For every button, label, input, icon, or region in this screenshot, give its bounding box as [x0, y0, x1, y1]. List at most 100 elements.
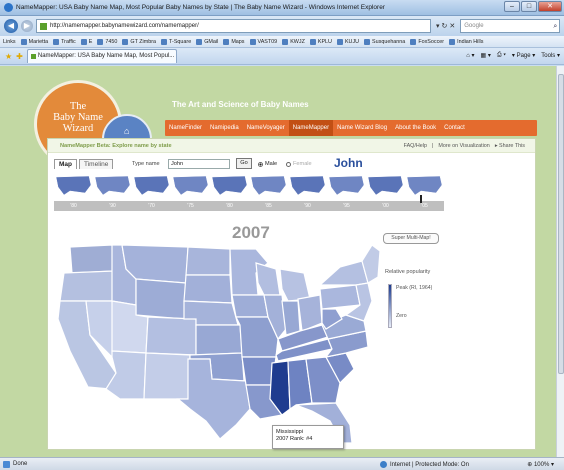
nav-contact[interactable]: Contact [440, 120, 469, 136]
state-nd[interactable] [185, 246, 231, 276]
decade-label[interactable]: '90 [288, 201, 327, 211]
link-item[interactable]: Indian Hills [449, 38, 483, 45]
tab-map[interactable]: Map [54, 159, 77, 169]
decade-label[interactable]: '00 [366, 201, 405, 211]
decade-label[interactable]: '70 [132, 201, 171, 211]
nav-about-book[interactable]: About the Book [391, 120, 440, 136]
site-navigation: NameFinder Namipedia NameVoyager NameMap… [165, 120, 537, 136]
favorites-star-icon[interactable]: ★ [5, 52, 12, 61]
zoom-level[interactable]: ⊕ 100% ▾ [527, 461, 554, 468]
male-radio[interactable]: Male [258, 161, 277, 167]
minimap-thumbnail[interactable] [55, 175, 92, 196]
faq-link[interactable]: FAQ/Help [404, 143, 427, 149]
visualization-link[interactable]: More on Visualization [438, 143, 489, 149]
state-or[interactable] [59, 270, 115, 302]
dropdown-icon[interactable]: ▾ [436, 22, 440, 30]
link-item[interactable]: FoxSoccer [410, 38, 444, 45]
search-icon[interactable]: ⌕ [553, 21, 557, 33]
nav-namipedia[interactable]: Namipedia [206, 120, 243, 136]
state-co[interactable] [145, 316, 197, 356]
minimap-thumbnail[interactable] [172, 175, 209, 196]
link-item[interactable]: VAST09 [249, 38, 277, 45]
link-item[interactable]: GT Zimbra [122, 38, 156, 45]
window-titlebar: NameMapper: USA Baby Name Map, Most Popu… [0, 0, 564, 16]
link-item[interactable]: KPLU [309, 38, 332, 45]
decade-label[interactable]: '05 [405, 201, 444, 211]
feeds-icon[interactable]: ▦ ▾ [481, 52, 491, 59]
refresh-icon[interactable]: ↻ [442, 22, 448, 30]
stop-icon[interactable]: ✕ [449, 22, 455, 30]
link-item[interactable]: KUJU [336, 38, 359, 45]
vertical-scrollbar[interactable] [556, 66, 564, 457]
minimap-thumbnail[interactable] [289, 175, 326, 196]
nav-namevoyager[interactable]: NameVoyager [243, 120, 289, 136]
state-wy[interactable] [135, 278, 187, 320]
minimap-thumbnail[interactable] [211, 175, 248, 196]
super-multimap-button[interactable]: Super Multi-Map! [383, 233, 439, 244]
state-ny[interactable] [318, 260, 369, 286]
link-item[interactable]: Susquehanna [364, 38, 405, 45]
minimap-thumbnail[interactable] [328, 175, 365, 196]
tooltip-rank: 2007 Rank: #4 [276, 436, 313, 442]
tab-timeline[interactable]: Timeline [79, 159, 114, 169]
decade-label[interactable]: '85 [249, 201, 288, 211]
forward-button[interactable]: ▶ [21, 20, 33, 32]
page-menu[interactable]: ▾ Page ▾ [512, 52, 535, 59]
link-item[interactable]: Traffic [53, 38, 76, 45]
decade-label[interactable]: '80 [54, 201, 93, 211]
security-zone[interactable]: Internet | Protected Mode: On [380, 461, 469, 468]
link-item[interactable]: T-Square [161, 38, 191, 45]
nav-namefinder[interactable]: NameFinder [165, 120, 206, 136]
link-item[interactable]: KWJZ [282, 38, 305, 45]
address-bar[interactable]: http://namemapper.babynamewizard.com/nam… [36, 19, 431, 33]
link-label: 7450 [105, 38, 118, 45]
scrollbar-thumb[interactable] [558, 74, 564, 374]
maximize-button[interactable]: □ [521, 1, 537, 12]
decade-label[interactable]: '75 [171, 201, 210, 211]
state-ks[interactable] [195, 324, 243, 356]
state-sd[interactable] [183, 274, 233, 304]
minimap-thumbnail[interactable] [367, 175, 404, 196]
link-label: Maps [231, 38, 245, 45]
decade-label[interactable]: '80 [210, 201, 249, 211]
close-button[interactable]: ✕ [538, 1, 562, 12]
decade-timeline[interactable]: '80'90'70'75'80'85'90'95'00'05 [54, 201, 444, 211]
minimize-button[interactable]: – [504, 1, 520, 12]
state-pa[interactable] [319, 284, 361, 310]
name-input[interactable]: John [168, 159, 230, 169]
ie-icon [4, 3, 13, 12]
search-input[interactable]: Google ⌕ [460, 19, 561, 33]
browser-tab[interactable]: NameMapper: USA Baby Name Map, Most Popu… [26, 49, 177, 63]
state-ia[interactable] [231, 294, 269, 318]
timeline-slider-handle[interactable] [420, 195, 422, 203]
add-favorite-icon[interactable]: ✚ [16, 52, 23, 61]
back-button[interactable]: ◀ [4, 19, 18, 33]
print-icon[interactable]: ⎙ ▾ [497, 52, 506, 59]
home-icon[interactable]: ⌂ ▾ [466, 52, 474, 59]
link-item[interactable]: 7450 [97, 38, 118, 45]
nav-namemapper[interactable]: NameMapper [288, 120, 334, 136]
decade-label[interactable]: '95 [327, 201, 366, 211]
state-mi[interactable] [279, 268, 311, 302]
panel-title: NameMapper Beta: Explore name by state [60, 143, 172, 149]
state-wa[interactable] [69, 244, 115, 274]
minimap-thumbnail[interactable] [250, 175, 287, 196]
link-item[interactable]: Maps [223, 38, 245, 45]
link-item[interactable]: Marietta [20, 38, 48, 45]
nav-blog[interactable]: Name Wizard Blog [333, 120, 391, 136]
state-nm[interactable] [143, 352, 191, 400]
tools-menu[interactable]: Tools ▾ [541, 52, 560, 59]
minimap-thumbnail[interactable] [94, 175, 131, 196]
share-link[interactable]: ▸ Share This [495, 143, 525, 149]
go-button[interactable]: Go [236, 158, 252, 169]
legend-gradient [388, 284, 392, 328]
female-radio[interactable]: Female [286, 161, 312, 167]
minimap-thumbnail[interactable] [406, 175, 443, 196]
usa-state-map[interactable] [50, 239, 380, 444]
decade-label[interactable]: '90 [93, 201, 132, 211]
link-item[interactable]: E [80, 38, 92, 45]
link-item[interactable]: GMail [196, 38, 218, 45]
state-wi[interactable] [255, 262, 281, 296]
command-bar: ⌂ ▾ ▦ ▾ ⎙ ▾ ▾ Page ▾ Tools ▾ [466, 52, 560, 59]
minimap-thumbnail[interactable] [133, 175, 170, 196]
